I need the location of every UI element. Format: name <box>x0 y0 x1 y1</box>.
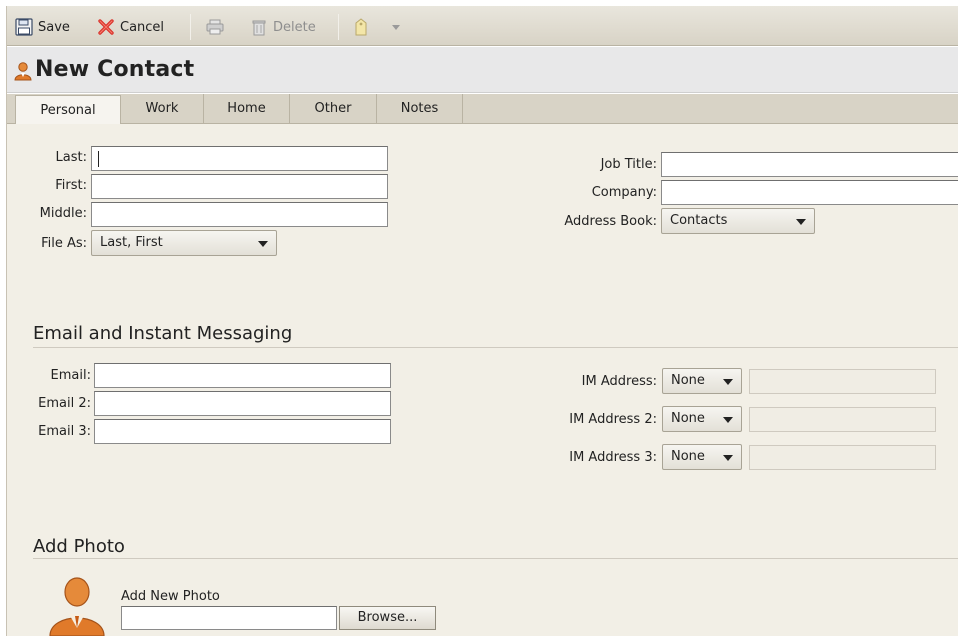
job-title-label: Job Title: <box>600 157 657 172</box>
im-address-type-select[interactable]: None <box>662 368 742 394</box>
cancel-label: Cancel <box>120 19 165 35</box>
im-address3-label: IM Address 3: <box>569 450 657 465</box>
im-address-input[interactable] <box>749 369 936 394</box>
last-label: Last: <box>55 150 87 165</box>
toolbar: Save Cancel Delete <box>7 6 958 46</box>
person-avatar-icon <box>49 577 105 636</box>
tab-home[interactable]: Home <box>204 94 290 124</box>
tag-icon <box>355 18 367 36</box>
print-button[interactable] <box>205 16 225 38</box>
toolbar-separator <box>190 14 191 40</box>
contact-icon <box>14 62 32 81</box>
tab-personal[interactable]: Personal <box>15 95 121 125</box>
save-button[interactable]: Save <box>15 16 70 38</box>
first-label: First: <box>55 178 87 193</box>
middle-name-input[interactable] <box>91 202 388 227</box>
toolbar-separator <box>338 14 339 40</box>
chevron-down-icon <box>796 219 806 225</box>
address-book-select[interactable]: Contacts <box>661 208 815 234</box>
browse-button[interactable]: Browse... <box>339 606 436 630</box>
section-divider <box>33 347 958 348</box>
address-book-label: Address Book: <box>564 214 657 229</box>
email3-label: Email 3: <box>38 424 91 439</box>
section-divider <box>33 558 958 559</box>
im-address3-type-value: None <box>671 449 705 464</box>
cancel-icon <box>98 19 114 35</box>
im-address2-type-value: None <box>671 411 705 426</box>
title-bar: New Contact <box>7 47 958 93</box>
job-title-input[interactable] <box>661 152 958 177</box>
chevron-down-icon <box>723 417 733 423</box>
tab-notes[interactable]: Notes <box>377 94 463 124</box>
address-book-value: Contacts <box>670 213 728 228</box>
first-name-input[interactable] <box>91 174 388 199</box>
trash-icon <box>252 20 266 36</box>
email-section-title: Email and Instant Messaging <box>33 323 293 344</box>
im-address3-input[interactable] <box>749 445 936 470</box>
middle-label: Middle: <box>39 206 87 221</box>
cancel-button[interactable]: Cancel <box>97 16 164 38</box>
tag-menu-button[interactable] <box>391 16 401 38</box>
contact-editor: Save Cancel Delete New Contact Personal … <box>6 6 958 636</box>
photo-section-title: Add Photo <box>33 536 125 557</box>
im-address-label: IM Address: <box>581 374 657 389</box>
email2-input[interactable] <box>94 391 391 416</box>
text-cursor <box>98 151 99 167</box>
page-title: New Contact <box>35 57 195 82</box>
save-icon <box>15 18 33 36</box>
email2-label: Email 2: <box>38 396 91 411</box>
im-address2-input[interactable] <box>749 407 936 432</box>
chevron-down-icon <box>723 379 733 385</box>
im-address-type-value: None <box>671 373 705 388</box>
email3-input[interactable] <box>94 419 391 444</box>
delete-button[interactable]: Delete <box>250 16 316 38</box>
im-address2-label: IM Address 2: <box>569 412 657 427</box>
tab-bar: Personal Work Home Other Notes <box>7 94 958 125</box>
company-input[interactable] <box>661 180 958 205</box>
im-address2-type-select[interactable]: None <box>662 406 742 432</box>
file-as-value: Last, First <box>100 235 163 250</box>
chevron-down-icon <box>258 241 268 247</box>
add-new-photo-label: Add New Photo <box>121 589 220 604</box>
chevron-down-icon <box>723 455 733 461</box>
email-label: Email: <box>50 368 91 383</box>
tab-panel-personal: Last: First: Middle: File As: Last, Firs… <box>7 124 958 636</box>
print-icon <box>206 19 224 35</box>
chevron-down-icon <box>392 25 400 30</box>
delete-label: Delete <box>273 19 316 35</box>
company-label: Company: <box>591 185 657 200</box>
last-name-input[interactable] <box>91 146 388 171</box>
file-as-select[interactable]: Last, First <box>91 230 277 256</box>
file-as-label: File As: <box>41 236 87 251</box>
photo-path-input[interactable] <box>121 606 337 630</box>
im-address3-type-select[interactable]: None <box>662 444 742 470</box>
tab-work[interactable]: Work <box>121 94 204 124</box>
email-input[interactable] <box>94 363 391 388</box>
save-label: Save <box>38 19 70 35</box>
tab-other[interactable]: Other <box>290 94 377 124</box>
tag-button[interactable] <box>353 16 369 38</box>
